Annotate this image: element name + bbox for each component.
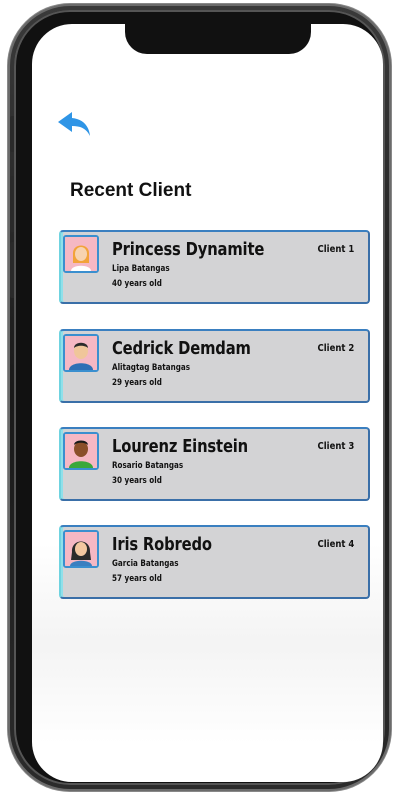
client-card-2[interactable]: Cedrick Demdam Client 2 Alitagtag Batang…	[59, 329, 370, 403]
client-tag: Client 2	[317, 343, 354, 354]
phone-screen: Recent Client Princess Dynamite Client 1…	[32, 24, 383, 782]
client-name: Princess Dynamite	[112, 239, 265, 260]
male-avatar-icon	[63, 334, 99, 372]
client-tag: Client 4	[317, 539, 354, 550]
client-tag: Client 1	[317, 244, 354, 255]
client-card-3[interactable]: Lourenz Einstein Client 3 Rosario Batang…	[59, 427, 370, 501]
client-place: Rosario Batangas	[112, 461, 184, 471]
client-place: Alitagtag Batangas	[112, 363, 190, 373]
client-name: Iris Robredo	[112, 534, 212, 555]
client-card-1[interactable]: Princess Dynamite Client 1 Lipa Batangas…	[59, 230, 370, 304]
back-button[interactable]	[56, 108, 96, 140]
client-age: 57 years old	[112, 574, 162, 584]
client-place: Garcia Batangas	[112, 559, 179, 569]
phone-frame: Recent Client Princess Dynamite Client 1…	[8, 4, 391, 791]
reply-arrow-icon	[58, 112, 90, 136]
client-tag: Client 3	[317, 441, 354, 452]
female-dark-hair-avatar-icon	[63, 530, 99, 568]
client-place: Lipa Batangas	[112, 264, 170, 274]
male-dark-avatar-icon	[63, 432, 99, 470]
client-age: 40 years old	[112, 279, 162, 289]
phone-notch	[125, 24, 311, 54]
client-name: Cedrick Demdam	[112, 338, 251, 359]
client-age: 29 years old	[112, 378, 162, 388]
female-blonde-avatar-icon	[63, 235, 99, 273]
client-age: 30 years old	[112, 476, 162, 486]
client-name: Lourenz Einstein	[112, 436, 249, 457]
page-title: Recent Client	[70, 180, 192, 201]
client-card-4[interactable]: Iris Robredo Client 4 Garcia Batangas 57…	[59, 525, 370, 599]
